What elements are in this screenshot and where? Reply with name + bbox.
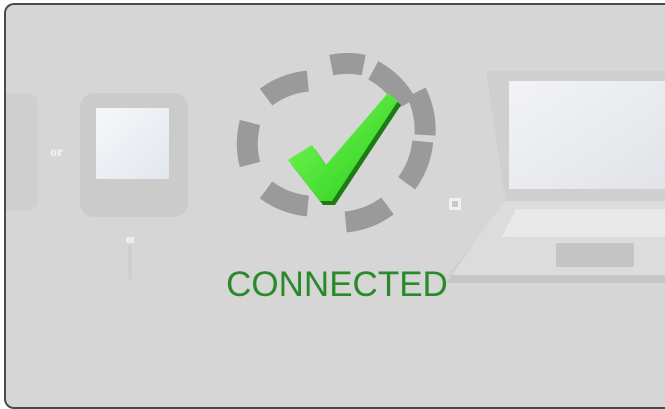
checkmark-icon	[288, 93, 401, 205]
left-device-partial	[6, 93, 38, 211]
connection-illustration	[6, 52, 665, 283]
small-image-icon	[449, 198, 461, 210]
connection-dialog: or CONNECTED	[4, 3, 665, 409]
connection-status-text: CONNECTED	[226, 265, 448, 304]
or-label: or	[50, 145, 64, 160]
laptop-icon	[446, 71, 665, 283]
tablet-device-icon	[80, 93, 188, 217]
